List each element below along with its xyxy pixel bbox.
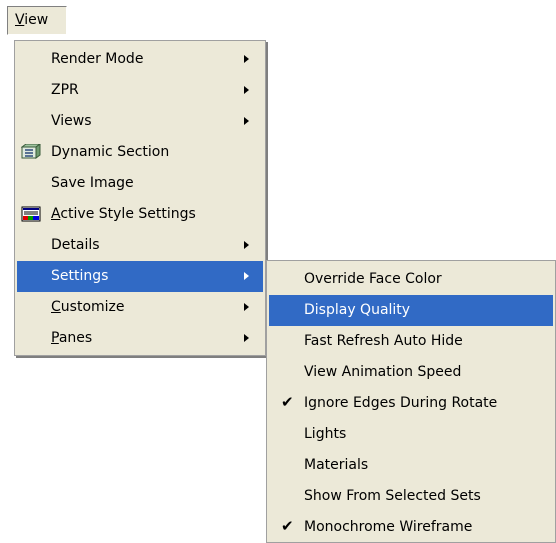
active-style-icon: [21, 206, 41, 222]
customize-label: Customize: [51, 299, 125, 315]
menu-item-details[interactable]: Details: [17, 230, 263, 261]
submenu-arrow-icon: [244, 334, 249, 342]
submenu-arrow-icon: [244, 55, 249, 63]
submenu-arrow-icon: [244, 86, 249, 94]
render-mode-label: Render Mode: [51, 51, 144, 67]
menu-item-view-animation-speed[interactable]: View Animation Speed: [269, 357, 553, 388]
menu-item-panes[interactable]: Panes: [17, 323, 263, 354]
menu-item-dynamic-section[interactable]: Dynamic Section: [17, 137, 263, 168]
dynamic-section-icon: [21, 144, 41, 159]
active-style-rest: ctive Style Settings: [60, 206, 196, 222]
view-label-rest: iew: [24, 12, 49, 28]
save-image-label: Save Image: [51, 175, 134, 191]
zpr-label: ZPR: [51, 82, 79, 98]
lights-label: Lights: [304, 426, 347, 442]
menu-item-zpr[interactable]: ZPR: [17, 75, 263, 106]
submenu-arrow-icon: [244, 241, 249, 249]
details-label: Details: [51, 237, 100, 253]
customize-mnemonic: C: [51, 299, 61, 315]
menu-item-settings[interactable]: Settings: [17, 261, 263, 292]
ignore-edges-during-rotate-label: Ignore Edges During Rotate: [304, 395, 498, 411]
view-menu[interactable]: View: [7, 6, 67, 35]
menu-item-materials[interactable]: Materials: [269, 450, 553, 481]
view-mnemonic: V: [15, 12, 25, 28]
override-face-color-label: Override Face Color: [304, 271, 442, 287]
views-label: Views: [51, 113, 92, 129]
menu-item-views[interactable]: Views: [17, 106, 263, 137]
show-from-selected-sets-label: Show From Selected Sets: [304, 488, 481, 504]
submenu-arrow-icon: [244, 303, 249, 311]
menu-item-fast-refresh-auto-hide[interactable]: Fast Refresh Auto Hide: [269, 326, 553, 357]
menu-item-active-style-settings[interactable]: Active Style Settings: [17, 199, 263, 230]
materials-label: Materials: [304, 457, 369, 473]
fast-refresh-auto-hide-label: Fast Refresh Auto Hide: [304, 333, 463, 349]
checkmark-icon: ✔: [281, 393, 294, 411]
customize-rest: ustomize: [60, 299, 125, 315]
menu-item-lights[interactable]: Lights: [269, 419, 553, 450]
active-style-mnemonic: A: [51, 206, 61, 222]
menu-item-display-quality[interactable]: Display Quality: [269, 295, 553, 326]
menu-item-save-image[interactable]: Save Image: [17, 168, 263, 199]
view-dropdown-menu: Render Mode ZPR Views Dynamic Section Sa…: [14, 40, 266, 356]
panes-mnemonic: P: [51, 330, 59, 346]
dynamic-section-label: Dynamic Section: [51, 144, 170, 160]
active-style-settings-label: Active Style Settings: [51, 206, 196, 222]
menu-item-override-face-color[interactable]: Override Face Color: [269, 264, 553, 295]
menu-item-monochrome-wireframe[interactable]: ✔ Monochrome Wireframe: [269, 512, 553, 543]
monochrome-wireframe-label: Monochrome Wireframe: [304, 519, 473, 535]
settings-submenu: Override Face Color Display Quality Fast…: [266, 260, 556, 543]
menu-item-show-from-selected-sets[interactable]: Show From Selected Sets: [269, 481, 553, 512]
settings-label: Settings: [51, 268, 109, 284]
menu-item-render-mode[interactable]: Render Mode: [17, 44, 263, 75]
checkmark-icon: ✔: [281, 517, 294, 535]
panes-label: Panes: [51, 330, 92, 346]
display-quality-label: Display Quality: [304, 302, 411, 318]
menu-item-customize[interactable]: Customize: [17, 292, 263, 323]
submenu-arrow-icon: [244, 272, 249, 280]
view-animation-speed-label: View Animation Speed: [304, 364, 462, 380]
submenu-arrow-icon: [244, 117, 249, 125]
menu-item-ignore-edges-during-rotate[interactable]: ✔ Ignore Edges During Rotate: [269, 388, 553, 419]
panes-rest: anes: [58, 330, 93, 346]
